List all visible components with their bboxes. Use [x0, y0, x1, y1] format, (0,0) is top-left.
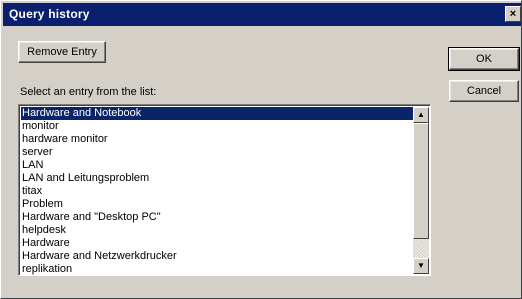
list-label: Select an entry from the list: — [20, 86, 157, 98]
ok-button[interactable]: OK — [448, 47, 520, 71]
list-item[interactable]: Problem — [21, 198, 414, 211]
query-history-dialog: Query history × Remove Entry OK Cancel S… — [0, 0, 522, 299]
scroll-down-icon[interactable]: ▼ — [413, 258, 429, 274]
scroll-thumb[interactable] — [413, 123, 429, 239]
close-icon[interactable]: × — [505, 6, 521, 22]
history-items: Hardware and Notebook monitor hardware mon… — [21, 107, 414, 276]
remove-entry-button[interactable]: Remove Entry — [18, 41, 106, 63]
list-item[interactable]: server — [21, 146, 414, 159]
list-item[interactable]: monitor — [21, 120, 414, 133]
scroll-up-icon[interactable]: ▲ — [413, 107, 429, 123]
title-bar[interactable]: Query history × — [3, 3, 521, 26]
list-item[interactable]: hardware monitor — [21, 133, 414, 146]
list-item[interactable]: replikation — [21, 263, 414, 276]
vertical-scrollbar[interactable]: ▲ ▼ — [413, 107, 429, 274]
list-item[interactable]: Hardware and Notebook — [21, 107, 414, 120]
history-listbox[interactable]: Hardware and Notebook monitor hardware mon… — [18, 104, 431, 276]
list-item[interactable]: LAN and Leitungsproblem — [21, 172, 414, 185]
list-item[interactable]: Hardware and "Desktop PC" — [21, 211, 414, 224]
list-item[interactable]: Hardware and Netzwerkdrucker — [21, 250, 414, 263]
list-item[interactable]: LAN — [21, 159, 414, 172]
cancel-button[interactable]: Cancel — [449, 80, 519, 102]
list-item[interactable]: helpdesk — [21, 224, 414, 237]
window-title: Query history — [9, 7, 90, 21]
list-item[interactable]: Hardware — [21, 237, 414, 250]
list-item[interactable]: titax — [21, 185, 414, 198]
